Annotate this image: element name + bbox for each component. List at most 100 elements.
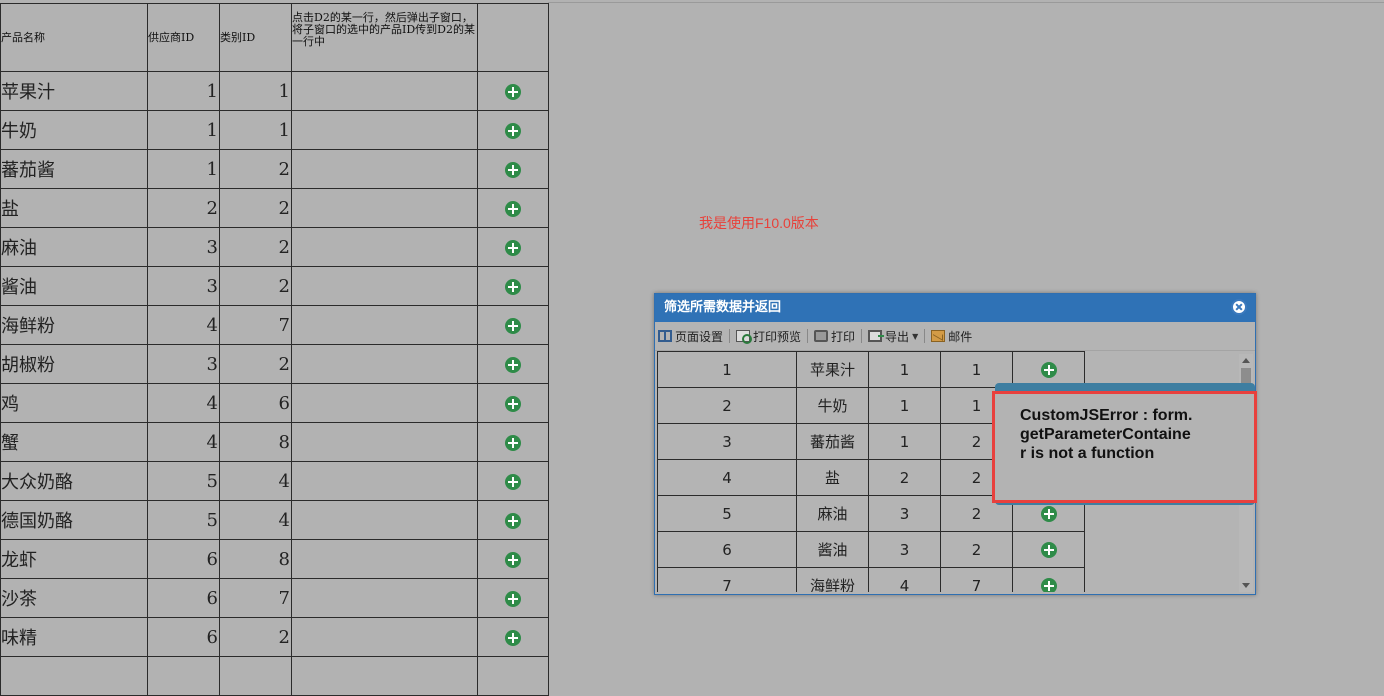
export-button[interactable]: 导出 ▼ [868,328,918,345]
mail-icon [931,330,946,342]
result-cell[interactable] [291,500,478,540]
print-preview-icon [736,330,753,344]
product-id-cell: 5 [657,495,797,532]
result-cell[interactable] [291,149,478,189]
add-circle-icon[interactable] [505,201,521,217]
print-preview-button[interactable]: 打印预览 [736,328,801,345]
action-cell [477,305,549,345]
add-circle-icon[interactable] [505,279,521,295]
top-divider [548,2,1384,3]
product-name-cell: 牛奶 [796,387,869,424]
page-setup-button[interactable]: 页面设置 [658,328,723,345]
table-row[interactable]: 蟹48 [0,422,549,462]
table-row[interactable]: 龙虾 6 8 [0,539,549,579]
table-row[interactable] [0,656,549,696]
supplier-id-cell: 6 [147,539,220,579]
add-circle-icon[interactable] [505,84,521,100]
category-id-cell: 6 [219,383,292,423]
supplier-id-cell: 4 [868,567,941,592]
category-id-cell: 2 [219,344,292,384]
add-circle-icon[interactable] [505,630,521,646]
result-cell[interactable] [291,617,478,657]
action-cell [477,578,549,618]
table-row[interactable]: 沙茶 6 7 [0,578,549,618]
scroll-up-icon[interactable] [1242,358,1250,363]
add-circle-icon[interactable] [1040,578,1057,592]
table-row[interactable]: 德国奶酪 5 4 [0,500,549,540]
table-row[interactable]: 苹果汁 1 1 [0,71,549,111]
product-name-cell: 龙虾 [0,539,148,579]
action-cell [477,110,549,150]
email-button[interactable]: 邮件 [931,328,972,345]
supplier-id-cell: 4 [147,383,220,423]
chevron-down-icon: ▼ [912,331,919,341]
table-row[interactable]: 胡椒粉 3 2 [0,344,549,384]
result-cell[interactable] [291,344,478,384]
table-row[interactable]: 6 酱油 3 2 [657,531,1085,568]
action-cell [1012,531,1085,568]
add-circle-icon[interactable] [505,357,521,373]
product-name-cell [0,656,148,696]
result-cell[interactable] [291,422,478,462]
action-cell [477,461,549,501]
page-setup-label: 页面设置 [675,329,724,344]
table-row[interactable]: 海鲜粉 4 7 [0,305,549,345]
dialog-toolbar: 页面设置 打印预览 打印 导出 ▼ 邮件 [655,322,1255,351]
action-cell [477,383,549,423]
add-circle-icon[interactable] [505,513,521,529]
action-cell [477,188,549,228]
result-cell[interactable] [291,227,478,267]
supplier-id-cell: 3 [147,227,220,267]
supplier-id-cell: 4 [147,422,220,462]
table-row[interactable]: 麻油 3 2 [0,227,549,267]
result-cell[interactable] [291,383,478,423]
table-row[interactable]: 7 海鲜粉 4 7 [657,567,1085,592]
table-row[interactable]: 鸡46 [0,383,549,423]
product-name-cell: 德国奶酪 [0,500,148,540]
add-circle-icon[interactable] [505,318,521,334]
table-row[interactable]: 牛奶 1 1 [0,110,549,150]
add-circle-icon[interactable] [505,552,521,568]
add-circle-icon[interactable] [505,591,521,607]
result-cell[interactable] [291,266,478,306]
supplier-id-cell: 4 [147,305,220,345]
supplier-id-cell: 2 [147,188,220,228]
result-cell[interactable] [291,656,478,696]
product-id-cell: 2 [657,387,797,424]
close-icon[interactable] [1231,299,1247,315]
header-supplier-id: 供应商ID [147,3,220,72]
result-cell[interactable] [291,188,478,228]
result-cell[interactable] [291,578,478,618]
table-row[interactable]: 蕃茄酱 1 2 [0,149,549,189]
table-row[interactable]: 盐22 [0,188,549,228]
add-circle-icon[interactable] [1040,362,1057,378]
table-row[interactable]: 酱油 3 2 [0,266,549,306]
scroll-down-icon[interactable] [1242,583,1250,588]
product-name-cell: 胡椒粉 [0,344,148,384]
table-row[interactable]: 味精 6 2 [0,617,549,657]
product-name-cell: 味精 [0,617,148,657]
action-cell [477,266,549,306]
add-circle-icon[interactable] [1040,542,1057,558]
category-id-cell: 2 [219,617,292,657]
category-id-cell: 7 [219,578,292,618]
toolbar-separator [924,329,926,343]
print-button[interactable]: 打印 [814,328,855,345]
supplier-id-cell: 2 [868,459,941,496]
category-id-cell: 4 [219,461,292,501]
result-cell[interactable] [291,71,478,111]
product-name-cell: 蕃茄酱 [796,423,869,460]
result-cell[interactable] [291,110,478,150]
add-circle-icon[interactable] [505,123,521,139]
add-circle-icon[interactable] [505,474,521,490]
add-circle-icon[interactable] [505,162,521,178]
result-cell[interactable] [291,305,478,345]
result-cell[interactable] [291,539,478,579]
table-row[interactable]: 大众奶酪 5 4 [0,461,549,501]
product-id-cell: 7 [657,567,797,592]
add-circle-icon[interactable] [505,396,521,412]
add-circle-icon[interactable] [505,240,521,256]
add-circle-icon[interactable] [505,435,521,451]
result-cell[interactable] [291,461,478,501]
add-circle-icon[interactable] [1040,506,1057,522]
